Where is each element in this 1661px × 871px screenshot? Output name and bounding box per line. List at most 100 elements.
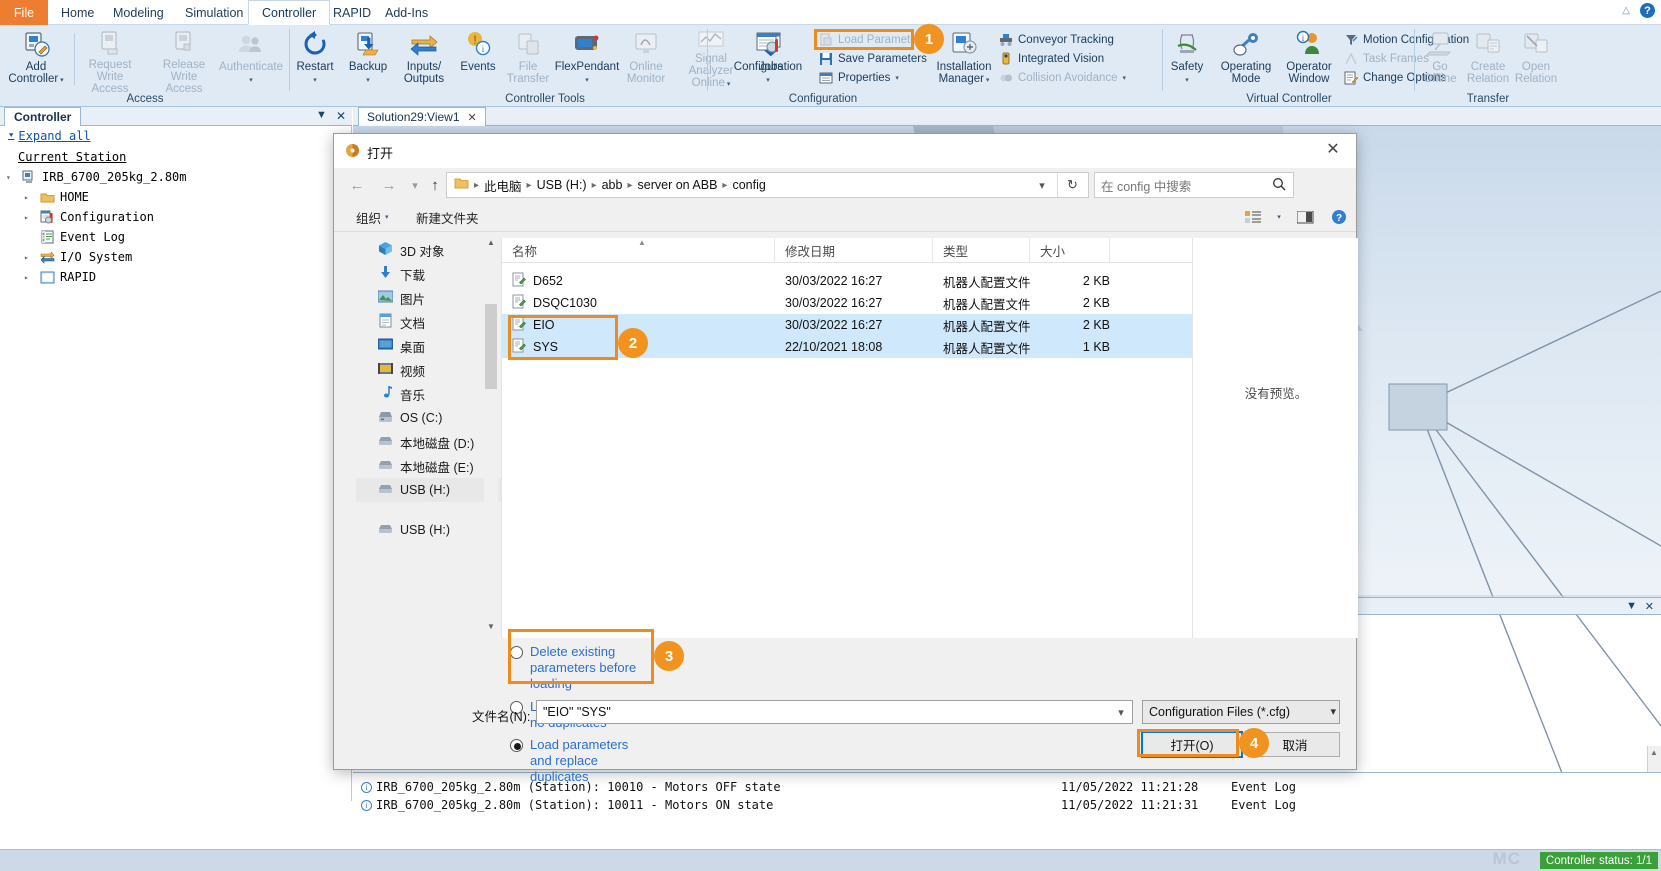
chevron-down-icon[interactable]: ▾ [895, 75, 899, 82]
chevron-down-icon[interactable]: ▾ [1029, 173, 1055, 197]
dialog-nav-pane[interactable]: 3D 对象 下载 图片 文档 桌面 视频 音乐 OS (C:) 本地磁盘 (D:… [356, 238, 501, 638]
configuration-button[interactable]: Configuration ▾ [728, 28, 808, 88]
operating-mode-button[interactable]: Operating Mode [1213, 28, 1279, 88]
inputs-outputs-button[interactable]: Inputs/Outputs [396, 28, 452, 88]
nav-item-downloads[interactable]: 下载 [356, 262, 501, 286]
tree-node-home[interactable]: ▸ HOME [24, 188, 89, 206]
filename-input[interactable]: "EIO" "SYS" ▾ [536, 700, 1133, 724]
close-icon[interactable]: ✕ [336, 109, 346, 123]
nav-item-videos[interactable]: 视频 [356, 358, 501, 382]
tree-node-configuration[interactable]: ▸ Configuration [24, 208, 154, 226]
column-size[interactable]: 大小 [1030, 238, 1110, 263]
create-relation-button[interactable]: Create Relation [1463, 28, 1513, 88]
authenticate-button[interactable]: Authenticate ▾ [216, 28, 286, 88]
tab-modeling[interactable]: Modeling [100, 0, 177, 25]
operator-window-button[interactable]: i Operator Window [1279, 28, 1339, 88]
breadcrumb-item-4[interactable]: config [732, 178, 765, 192]
file-row[interactable]: D652 30/03/2022 16:27 机器人配置文件 2 KB [502, 270, 1192, 292]
collapse-arrow-icon[interactable]: ▸ [24, 213, 34, 222]
nav-item-music[interactable]: 音乐 [356, 382, 501, 406]
nav-item-usb-h[interactable]: USB (H:) [356, 518, 501, 542]
preview-pane-icon[interactable] [1288, 206, 1322, 228]
status-badge[interactable]: Controller status: 1/1 [1539, 852, 1658, 869]
scrollbar-thumb[interactable] [485, 304, 497, 389]
file-type-select[interactable]: Configuration Files (*.cfg) ▾ [1142, 700, 1340, 724]
restart-button[interactable]: Restart ▾ [290, 28, 340, 88]
integrated-vision-button[interactable]: Integrated Vision [998, 50, 1104, 68]
refresh-icon[interactable]: ↻ [1057, 173, 1087, 197]
dialog-title-bar[interactable]: 打开 ✕ [334, 134, 1356, 168]
tree-node-rapid[interactable]: ▸ RAPID [24, 268, 96, 286]
expand-all-link[interactable]: ⯆ Expand all [8, 129, 91, 143]
nav-item-usb-h-selected[interactable]: USB (H:) [356, 478, 501, 502]
properties-button[interactable]: Properties ▾ [818, 69, 899, 87]
file-list[interactable]: 名称 ▲ 修改日期 类型 大小 D652 30/03/2022 16:27 机器… [501, 238, 1192, 638]
nav-item-local-e[interactable]: 本地磁盘 (E:) [356, 454, 501, 478]
collision-avoidance-button[interactable]: Collision Avoidance ▾ [998, 69, 1126, 87]
collapse-arrow-icon[interactable]: ▸ [24, 273, 34, 282]
tab-controller[interactable]: Controller [248, 0, 331, 25]
backup-button[interactable]: Backup ▾ [342, 28, 394, 88]
arrow-left-icon[interactable]: ← [344, 172, 370, 198]
file-transfer-button[interactable]: File Transfer [502, 28, 554, 88]
breadcrumb-item-3[interactable]: server on ABB [638, 178, 718, 192]
tab-file[interactable]: File [0, 0, 48, 25]
expand-arrow-icon[interactable]: ▾ [6, 173, 16, 182]
nav-item-3d-objects[interactable]: 3D 对象 [356, 238, 501, 262]
release-write-access-button[interactable]: Release Write Access [152, 28, 216, 95]
collapse-arrow-icon[interactable]: ▸ [24, 253, 34, 262]
collapse-arrow-icon[interactable]: ▸ [24, 193, 34, 202]
tab-home[interactable]: Home [48, 0, 107, 25]
panel-tab-controller[interactable]: Controller [4, 107, 82, 126]
events-button[interactable]: ! i Events [454, 28, 502, 88]
panel-menu-icon[interactable]: ▼ [316, 109, 327, 123]
tree-node-event-log[interactable]: Event Log [24, 228, 125, 246]
arrow-up-icon[interactable]: ↑ [422, 172, 448, 198]
tree-node-controller[interactable]: ▾ IRB_6700_205kg_2.80m [6, 168, 187, 186]
new-folder-button[interactable]: 新建文件夹 [416, 208, 479, 227]
safety-button[interactable]: Safety ▾ [1163, 28, 1211, 88]
tab-addins[interactable]: Add-Ins [372, 0, 441, 25]
view-layout-icon[interactable] [1236, 206, 1270, 228]
radio-indicator[interactable] [510, 739, 523, 752]
scroll-down-icon[interactable]: ▼ [484, 622, 498, 638]
close-icon[interactable]: ✕ [1310, 134, 1356, 164]
chevron-down-icon[interactable]: ▾ [1123, 75, 1127, 82]
column-name[interactable]: 名称 ▲ [502, 238, 775, 263]
column-date-modified[interactable]: 修改日期 [775, 238, 933, 263]
breadcrumb-item-1[interactable]: USB (H:) [537, 178, 587, 192]
add-controller-button[interactable]: Add Controller ▾ [4, 28, 68, 88]
nav-pane-scrollbar[interactable]: ▲ ▼ [484, 238, 498, 638]
tab-simulation[interactable]: Simulation [172, 0, 256, 25]
breadcrumb-item-0[interactable]: 此电脑 [484, 176, 522, 195]
conveyor-tracking-button[interactable]: Conveyor Tracking [998, 31, 1114, 49]
breadcrumb[interactable]: ▸ 此电脑 ▸ USB (H:) ▸ abb ▸ server on ABB ▸… [446, 172, 1089, 198]
scroll-up-icon[interactable]: ▲ [484, 238, 498, 254]
file-row[interactable]: DSQC1030 30/03/2022 16:27 机器人配置文件 2 KB [502, 292, 1192, 314]
organize-button[interactable]: 组织 ▾ [356, 208, 389, 227]
tree-node-io-system[interactable]: ▸ I/O System [24, 248, 132, 266]
column-type[interactable]: 类型 [933, 238, 1030, 263]
radio-load-and-replace[interactable]: Load parameters and replace duplicates [510, 737, 630, 785]
online-monitor-button[interactable]: Online Monitor [620, 28, 672, 88]
go-offline-button[interactable]: Go Offline [1417, 28, 1463, 88]
nav-item-documents[interactable]: 文档 [356, 310, 501, 334]
search-icon[interactable] [1272, 177, 1286, 194]
breadcrumb-item-2[interactable]: abb [602, 178, 623, 192]
close-icon[interactable]: ✕ [468, 111, 477, 124]
chevron-down-icon[interactable]: ▾ [1270, 206, 1288, 228]
request-write-access-button[interactable]: Request Write Access [78, 28, 142, 95]
nav-item-desktop[interactable]: 桌面 [356, 334, 501, 358]
chevron-up-icon[interactable]: △ [1622, 5, 1630, 16]
help-icon[interactable]: ? [1322, 206, 1356, 228]
open-relation-button[interactable]: Open Relation [1513, 28, 1559, 88]
flexpendant-button[interactable]: FlexPendant ▾ [554, 28, 620, 88]
log-row[interactable]: i IRB_6700_205kg_2.80m (Station): 10011 … [361, 797, 1656, 813]
view-tab-solution29[interactable]: Solution29:View1 ✕ [358, 107, 486, 126]
panel-menu-icon[interactable]: ▼ [1626, 600, 1637, 612]
save-parameters-button[interactable]: Save Parameters [818, 50, 927, 68]
chevron-down-icon[interactable]: ▾ [1110, 701, 1132, 723]
arrow-right-icon[interactable]: → [376, 172, 402, 198]
nav-item-os-c[interactable]: OS (C:) [356, 406, 501, 430]
chevron-down-icon[interactable]: ▾ [1330, 705, 1336, 718]
